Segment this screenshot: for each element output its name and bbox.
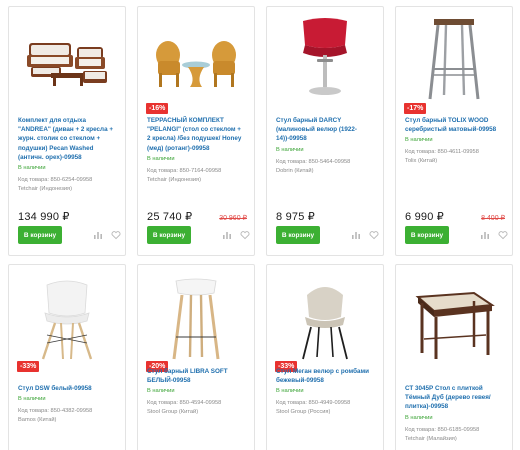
product-info: Стул барный TOLIX WOOD серебристый матов… bbox=[405, 116, 504, 166]
wooden-bar-stool-icon bbox=[172, 278, 220, 360]
product-title[interactable]: Стул барный TOLIX WOOD серебристый матов… bbox=[405, 116, 504, 134]
product-card[interactable]: -17% Стул барный TOLIX WOOD серебристый … bbox=[395, 6, 513, 256]
stock-status: В наличии bbox=[405, 137, 433, 144]
product-title[interactable]: Стул барный LIBRA SOFT БЕЛЫЙ-09958 bbox=[147, 367, 246, 385]
stock-status: В наличии bbox=[147, 155, 175, 162]
product-image[interactable] bbox=[275, 15, 375, 103]
product-title[interactable]: Стул DSW белый-09958 bbox=[18, 384, 117, 393]
old-price: 30 960 ₽ bbox=[219, 215, 247, 222]
product-code: Код товара: 850-7164-09958 bbox=[147, 167, 222, 174]
product-image[interactable] bbox=[404, 273, 504, 361]
product-info: Стул Меган велюр с ромбами бежевый-09958… bbox=[276, 367, 375, 417]
product-card[interactable]: -33% Стул DSW белый-09958 В наличии Код … bbox=[8, 264, 126, 450]
stock-status: В наличии bbox=[147, 388, 175, 395]
product-actions: В корзину bbox=[276, 226, 380, 244]
product-title[interactable]: СТ 3045Р Стол с плиткой Тёмный Дуб (дере… bbox=[405, 384, 504, 412]
product-info: СТ 3045Р Стол с плиткой Тёмный Дуб (дере… bbox=[405, 384, 504, 444]
product-card[interactable]: -20% Стул барный LIBRA SOFT БЕЛЫЙ-09958 … bbox=[137, 264, 255, 450]
product-price: 134 990 ₽ bbox=[18, 211, 70, 223]
stock-status: В наличии bbox=[276, 146, 304, 153]
product-brand: Tetchair (Малайзия) bbox=[405, 435, 457, 442]
heart-icon[interactable] bbox=[110, 229, 122, 241]
tile-top-table-icon bbox=[415, 291, 495, 359]
product-info: Стул DSW белый-09958 В наличии Код товар… bbox=[18, 384, 117, 425]
product-code: Код товара: 850-4949-09958 bbox=[276, 400, 351, 407]
product-code: Код товара: 850-6185-09958 bbox=[405, 426, 480, 433]
rattan-terrace-set-icon bbox=[156, 41, 236, 87]
product-info: Комплект для отдыха "ANDREA" (диван + 2 … bbox=[18, 116, 117, 194]
product-code: Код товара: 850-4382-09958 bbox=[18, 408, 93, 415]
product-card[interactable]: -33% Стул Меган велюр с ромбами бежевый-… bbox=[266, 264, 384, 450]
stock-status: В наличии bbox=[405, 414, 433, 421]
add-to-cart-button[interactable]: В корзину bbox=[147, 226, 191, 244]
old-price: 8 400 ₽ bbox=[481, 215, 505, 222]
product-image[interactable] bbox=[17, 15, 117, 103]
product-actions: В корзину bbox=[147, 226, 251, 244]
discount-badge: -16% bbox=[146, 103, 169, 114]
price-row: 25 740 ₽ 30 960 ₽ bbox=[147, 210, 251, 223]
product-actions: В корзину bbox=[405, 226, 509, 244]
add-to-cart-button[interactable]: В корзину bbox=[405, 226, 449, 244]
price-row: 6 990 ₽ 8 400 ₽ bbox=[405, 210, 509, 223]
add-to-cart-button[interactable]: В корзину bbox=[276, 226, 320, 244]
stock-status: В наличии bbox=[276, 388, 304, 395]
heart-icon[interactable] bbox=[239, 229, 251, 241]
beige-velvet-chair-icon bbox=[302, 287, 348, 360]
white-chair-icon bbox=[41, 280, 93, 360]
product-title[interactable]: Стул барный DARCY (малиновый велюр (1922… bbox=[276, 116, 375, 144]
product-price: 8 975 ₽ bbox=[276, 211, 315, 223]
product-price: 6 990 ₽ bbox=[405, 211, 444, 223]
product-image[interactable] bbox=[275, 273, 375, 361]
product-info: Стул барный DARCY (малиновый велюр (1922… bbox=[276, 116, 375, 176]
product-title[interactable]: ТЕРРАСНЫЙ КОМПЛЕКТ "PELANGI" (стол со ст… bbox=[147, 116, 246, 153]
product-image[interactable] bbox=[404, 15, 504, 103]
product-code: Код товара: 850-4611-09958 bbox=[405, 149, 479, 156]
product-title[interactable]: Комплект для отдыха "ANDREA" (диван + 2 … bbox=[18, 116, 117, 162]
product-image[interactable] bbox=[146, 273, 246, 361]
red-bar-stool-icon bbox=[303, 18, 347, 95]
product-brand: Stool Group (Россия) bbox=[276, 409, 331, 416]
product-actions: В корзину bbox=[18, 226, 122, 244]
product-info: ТЕРРАСНЫЙ КОМПЛЕКТ "PELANGI" (стол со ст… bbox=[147, 116, 246, 185]
discount-badge: -17% bbox=[404, 103, 427, 114]
product-title[interactable]: Стул Меган велюр с ромбами бежевый-09958 bbox=[276, 367, 375, 385]
product-info: Стул барный LIBRA SOFT БЕЛЫЙ-09958 В нал… bbox=[147, 367, 246, 417]
product-brand: Tetchair (Индонезия) bbox=[18, 186, 73, 193]
compare-icon[interactable] bbox=[479, 229, 491, 241]
product-brand: Dobrin (Китай) bbox=[276, 167, 314, 174]
product-image[interactable] bbox=[146, 15, 246, 103]
discount-badge: -33% bbox=[17, 361, 40, 372]
product-brand: Tolix (Китай) bbox=[405, 158, 438, 165]
product-image[interactable] bbox=[17, 273, 117, 361]
stock-status: В наличии bbox=[18, 396, 46, 403]
product-brand: Tetchair (Индонезия) bbox=[147, 176, 202, 183]
rattan-furniture-set-icon bbox=[27, 43, 107, 86]
price-row: 134 990 ₽ bbox=[18, 210, 122, 223]
product-brand: Stool Group (Китай) bbox=[147, 409, 199, 416]
metal-bar-stool-icon bbox=[428, 19, 480, 100]
compare-icon[interactable] bbox=[92, 229, 104, 241]
product-code: Код товара: 850-5464-09958 bbox=[276, 158, 351, 165]
product-brand: Bamos (Китай) bbox=[18, 417, 57, 424]
product-card[interactable]: Стул барный DARCY (малиновый велюр (1922… bbox=[266, 6, 384, 256]
product-code: Код товара: 850-4594-09958 bbox=[147, 400, 222, 407]
stock-status: В наличии bbox=[18, 165, 46, 172]
compare-icon[interactable] bbox=[221, 229, 233, 241]
product-card[interactable]: Комплект для отдыха "ANDREA" (диван + 2 … bbox=[8, 6, 126, 256]
heart-icon[interactable] bbox=[497, 229, 509, 241]
product-price: 25 740 ₽ bbox=[147, 211, 193, 223]
add-to-cart-button[interactable]: В корзину bbox=[18, 226, 62, 244]
product-card[interactable]: СТ 3045Р Стол с плиткой Тёмный Дуб (дере… bbox=[395, 264, 513, 450]
heart-icon[interactable] bbox=[368, 229, 380, 241]
price-row: 8 975 ₽ bbox=[276, 210, 380, 223]
product-code: Код товара: 850-6254-09958 bbox=[18, 177, 93, 184]
compare-icon[interactable] bbox=[350, 229, 362, 241]
product-card[interactable]: -16% ТЕРРАСНЫЙ КОМПЛЕКТ "PELANGI" (стол … bbox=[137, 6, 255, 256]
